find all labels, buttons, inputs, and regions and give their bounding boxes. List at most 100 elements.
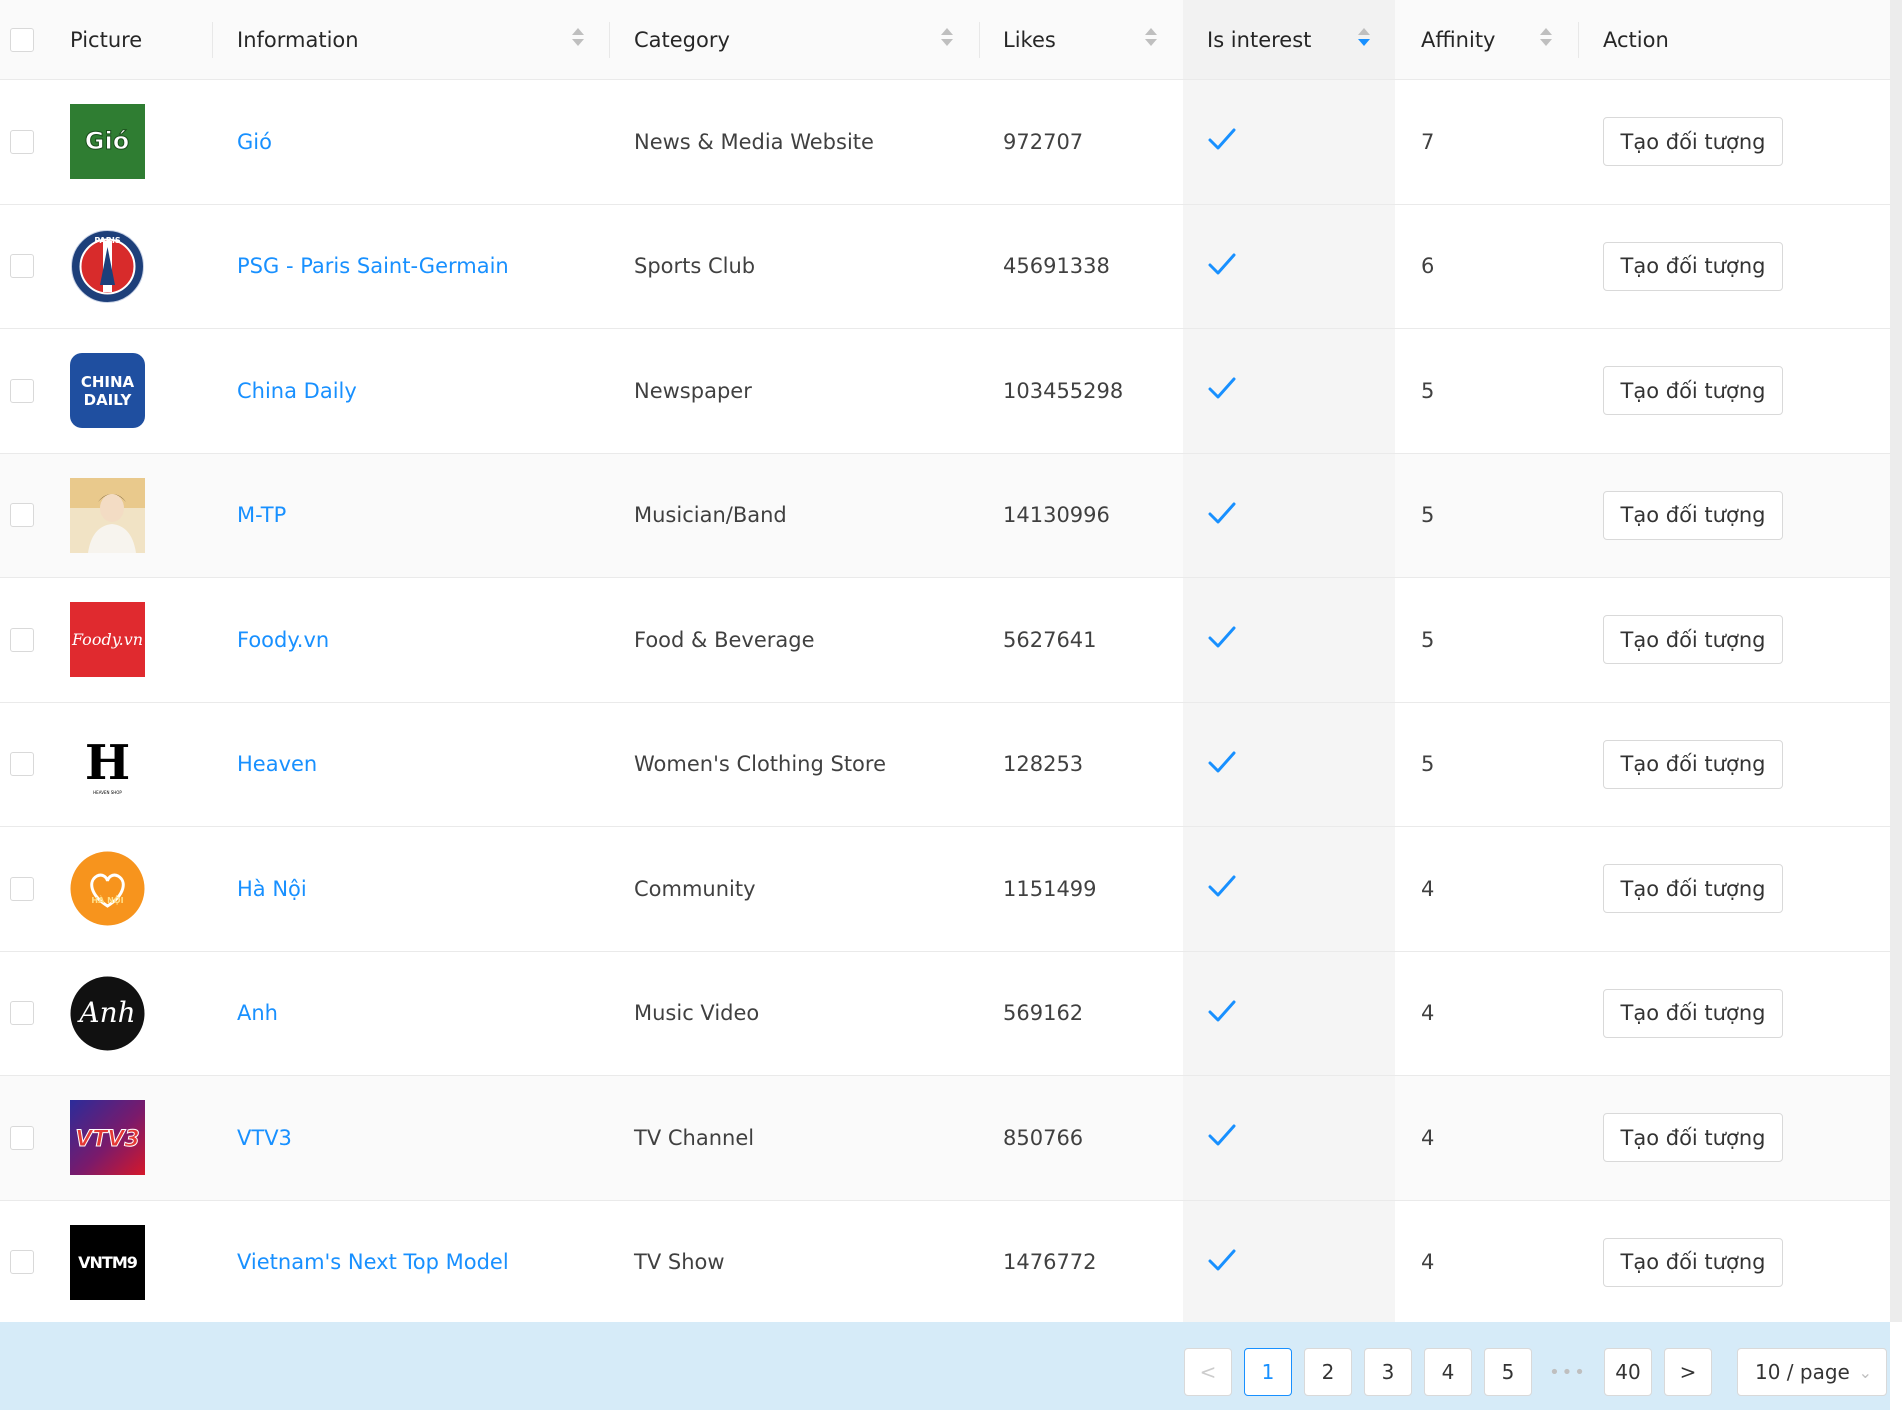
header-affinity[interactable]: Affinity <box>1421 0 1495 79</box>
likes-count: 850766 <box>1003 1125 1084 1150</box>
information-cell: Vietnam's Next Top Model <box>237 1201 509 1325</box>
affinity-value: 4 <box>1421 876 1435 901</box>
next-page-button[interactable]: > <box>1664 1348 1712 1396</box>
row-checkbox[interactable] <box>10 1125 34 1150</box>
page-name-link[interactable]: Foody.vn <box>237 628 329 652</box>
header-is-interest[interactable]: Is interest <box>1207 0 1311 79</box>
create-audience-button[interactable]: Tạo đối tượng <box>1603 241 1783 291</box>
logo-text: VTV3 <box>75 1127 139 1152</box>
category-text: News & Media Website <box>634 129 874 154</box>
page-5-button[interactable]: 5 <box>1484 1348 1532 1396</box>
affinity-value: 7 <box>1421 129 1435 154</box>
header-likes[interactable]: Likes <box>1003 0 1056 79</box>
page-size-select[interactable]: 10 / page ⌄ <box>1737 1348 1887 1396</box>
page-name-link[interactable]: China Daily <box>237 379 357 403</box>
row-checkbox[interactable] <box>10 627 34 652</box>
page-name-link[interactable]: M-TP <box>237 503 286 527</box>
page-name-link[interactable]: Hà Nội <box>237 877 307 901</box>
category-text: TV Show <box>634 1250 725 1275</box>
create-audience-button[interactable]: Tạo đối tượng <box>1603 739 1783 789</box>
row-checkbox[interactable] <box>10 503 34 528</box>
page-number: 5 <box>1501 1360 1515 1384</box>
table-row: Anh Anh Music Video 569162 4 Tạo đối tượ… <box>0 951 1890 1076</box>
page-name-link[interactable]: Gió <box>237 130 272 154</box>
action-cell: Tạo đối tượng <box>1603 952 1783 1076</box>
create-audience-button[interactable]: Tạo đối tượng <box>1603 988 1783 1038</box>
svg-text:DAILY: DAILY <box>84 391 133 409</box>
page-name-link[interactable]: Anh <box>237 1001 278 1025</box>
row-checkbox[interactable] <box>10 1001 34 1026</box>
picture-cell: H HEAVEN SHOP <box>70 703 145 827</box>
page-name-link[interactable]: Heaven <box>237 752 317 776</box>
select-all-checkbox[interactable] <box>10 27 34 52</box>
page-4-button[interactable]: 4 <box>1424 1348 1472 1396</box>
prev-page-button[interactable]: < <box>1184 1348 1232 1396</box>
row-checkbox[interactable] <box>10 752 34 777</box>
picture-cell: HÀ NỘI <box>70 827 145 951</box>
action-cell: Tạo đối tượng <box>1603 1201 1783 1325</box>
sort-icon[interactable] <box>1540 28 1552 50</box>
is-interest-cell <box>1207 578 1237 702</box>
page-avatar: Gió <box>70 104 145 180</box>
header-action: Action <box>1603 0 1669 79</box>
affinity-cell: 4 <box>1421 827 1434 951</box>
header-category-label: Category <box>634 27 730 52</box>
table-row: H HEAVEN SHOP Heaven Women's Clothing Sto… <box>0 702 1890 827</box>
sort-icon[interactable] <box>1145 28 1157 50</box>
page-1-button[interactable]: 1 <box>1244 1348 1292 1396</box>
check-icon <box>1207 996 1237 1031</box>
chevron-down-icon: ⌄ <box>1858 1363 1872 1382</box>
page-name-link[interactable]: PSG - Paris Saint-Germain <box>237 254 509 278</box>
action-cell: Tạo đối tượng <box>1603 827 1783 951</box>
row-checkbox[interactable] <box>10 876 34 901</box>
category-text: Food & Beverage <box>634 627 815 652</box>
check-icon <box>1207 1245 1237 1280</box>
sort-icon[interactable] <box>572 28 584 50</box>
row-checkbox[interactable] <box>10 254 34 279</box>
picture-cell: Gió <box>70 80 145 204</box>
svg-text:CHINA: CHINA <box>81 373 135 391</box>
logo-text: H <box>85 735 130 791</box>
create-audience-button[interactable]: Tạo đối tượng <box>1603 615 1783 665</box>
picture-cell: Anh <box>70 952 145 1076</box>
affinity-value: 4 <box>1421 1250 1435 1275</box>
create-audience-button[interactable]: Tạo đối tượng <box>1603 1237 1783 1287</box>
create-audience-button[interactable]: Tạo đối tượng <box>1603 1113 1783 1163</box>
row-checkbox[interactable] <box>10 378 34 403</box>
logo-text: Anh <box>76 996 135 1029</box>
page-3-button[interactable]: 3 <box>1364 1348 1412 1396</box>
page-2-button[interactable]: 2 <box>1304 1348 1352 1396</box>
logo-text: Foody.vn <box>71 630 143 649</box>
header-information[interactable]: Information <box>237 0 359 79</box>
likes-cell: 1476772 <box>1003 1201 1097 1325</box>
category-text: Community <box>634 876 756 901</box>
row-checkbox[interactable] <box>10 1250 34 1275</box>
affinity-value: 4 <box>1421 1001 1435 1026</box>
ellipsis-button[interactable]: ••• <box>1544 1348 1592 1396</box>
scrollbar[interactable] <box>1890 0 1902 1322</box>
header-category[interactable]: Category <box>634 0 730 79</box>
check-icon <box>1207 498 1237 533</box>
page-avatar: VTV3 <box>70 1100 145 1176</box>
create-audience-button[interactable]: Tạo đối tượng <box>1603 490 1783 540</box>
header-action-label: Action <box>1603 27 1669 52</box>
page-name-link[interactable]: VTV3 <box>237 1126 292 1150</box>
create-audience-button[interactable]: Tạo đối tượng <box>1603 366 1783 416</box>
logo-text: HÀ NỘI <box>91 894 123 905</box>
create-audience-button[interactable]: Tạo đối tượng <box>1603 864 1783 914</box>
information-cell: Gió <box>237 80 272 204</box>
row-checkbox[interactable] <box>10 129 34 154</box>
page-name-link[interactable]: Vietnam's Next Top Model <box>237 1250 509 1274</box>
page-40-button[interactable]: 40 <box>1604 1348 1652 1396</box>
page-number: 4 <box>1441 1360 1455 1384</box>
category-cell: Musician/Band <box>634 454 787 578</box>
information-cell: China Daily <box>237 329 357 453</box>
picture-cell <box>70 454 145 578</box>
header-is-interest-label: Is interest <box>1207 27 1312 52</box>
is-interest-cell <box>1207 205 1237 329</box>
sort-icon[interactable] <box>1358 28 1370 50</box>
create-audience-button[interactable]: Tạo đối tượng <box>1603 117 1783 167</box>
header-divider <box>979 22 980 58</box>
sort-icon[interactable] <box>941 28 953 50</box>
category-cell: Women's Clothing Store <box>634 703 886 827</box>
